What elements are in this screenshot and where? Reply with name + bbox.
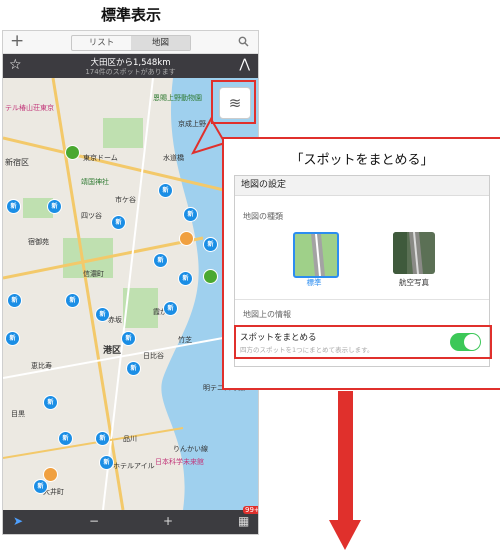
grid-icon[interactable]: ▦ bbox=[238, 514, 249, 528]
aerial-map-option[interactable] bbox=[393, 232, 435, 274]
location-icon[interactable]: ➤ bbox=[13, 514, 23, 528]
info-bar: ☆ 大田区から1,548km 174件のスポットがあります ⋀ bbox=[3, 54, 258, 78]
map-label: 品川 bbox=[123, 435, 137, 443]
spot-pin[interactable]: 新 bbox=[95, 307, 110, 322]
spot-pin[interactable]: 新 bbox=[58, 431, 73, 446]
zoom-in-button[interactable]: + bbox=[163, 514, 173, 528]
spot-pin[interactable]: 新 bbox=[183, 207, 198, 222]
map-label: ホテルアイル bbox=[113, 462, 155, 470]
spot-pin[interactable]: 新 bbox=[33, 479, 48, 494]
map-label: 靖国神社 bbox=[81, 178, 109, 186]
standard-map-option[interactable] bbox=[293, 232, 339, 278]
walk-icon[interactable]: ⋀ bbox=[239, 57, 250, 72]
map-label: 信濃町 bbox=[83, 270, 104, 278]
spot-pin[interactable]: 新 bbox=[203, 237, 218, 252]
map-label: 目黒 bbox=[11, 410, 25, 418]
map-label: 四ツ谷 bbox=[81, 212, 102, 220]
map-label: 新宿区 bbox=[5, 158, 29, 167]
map-label: 恵比寿 bbox=[31, 362, 52, 370]
spot-count-text: 174件のスポットがあります bbox=[85, 68, 176, 76]
panel-title: 地図の設定 bbox=[235, 176, 489, 196]
spot-pin[interactable]: 新 bbox=[163, 301, 178, 316]
spot-pin[interactable]: 新 bbox=[5, 331, 20, 346]
bottom-bar: ➤ − + ▦ bbox=[3, 510, 258, 534]
divider bbox=[235, 299, 489, 300]
zoom-out-button[interactable]: − bbox=[89, 514, 99, 528]
spot-pin[interactable] bbox=[43, 467, 58, 482]
spot-pin[interactable]: 新 bbox=[158, 183, 173, 198]
down-arrow bbox=[338, 391, 353, 523]
map-label: 赤坂 bbox=[108, 316, 122, 324]
map-type-section: 地図の種類 bbox=[243, 212, 283, 221]
spot-pin[interactable]: 新 bbox=[99, 455, 114, 470]
map-label: 水道橋 bbox=[163, 154, 184, 162]
map-label: テル椿山荘東京 bbox=[5, 104, 54, 112]
spot-pin[interactable]: 新 bbox=[6, 199, 21, 214]
standard-label: 標準 bbox=[306, 278, 322, 287]
map-label: 竹芝 bbox=[178, 336, 192, 344]
page-title: 標準表示 bbox=[100, 6, 161, 24]
spot-pin[interactable] bbox=[179, 231, 194, 246]
spot-pin[interactable] bbox=[65, 145, 80, 160]
view-switch[interactable]: リスト 地図 bbox=[71, 35, 191, 51]
map-label: りんかい線 bbox=[173, 445, 208, 453]
toggle-label: スポットをまとめる bbox=[240, 333, 317, 343]
star-icon[interactable]: ☆ bbox=[9, 57, 22, 73]
tab-map[interactable]: 地図 bbox=[131, 36, 190, 50]
spot-pin[interactable]: 新 bbox=[111, 215, 126, 230]
spot-pin[interactable]: 新 bbox=[47, 199, 62, 214]
spot-pin[interactable]: 新 bbox=[43, 395, 58, 410]
map-label: 日本科学未来館 bbox=[155, 458, 204, 466]
add-icon[interactable]: + bbox=[10, 31, 24, 51]
map-label: 港区 bbox=[103, 346, 122, 356]
map-label: 東京ドーム bbox=[83, 154, 118, 162]
standard-map-thumbnail bbox=[311, 234, 325, 276]
map-label: 日比谷 bbox=[143, 352, 164, 360]
spot-pin[interactable]: 新 bbox=[65, 293, 80, 308]
park-area bbox=[103, 118, 143, 148]
top-bar: + リスト 地図 bbox=[3, 31, 258, 54]
cluster-spots-toggle[interactable] bbox=[450, 333, 481, 351]
tab-list[interactable]: リスト bbox=[72, 36, 131, 50]
cluster-spots-row[interactable]: スポットをまとめる 四方のスポットを1つにまとめて表示します。 bbox=[234, 325, 492, 359]
search-icon[interactable] bbox=[238, 36, 249, 47]
spot-pin[interactable]: 新 bbox=[95, 431, 110, 446]
spot-pin[interactable] bbox=[203, 269, 218, 284]
down-arrow-head bbox=[329, 520, 361, 550]
toggle-description: 四方のスポットを1つにまとめて表示します。 bbox=[240, 346, 374, 354]
spot-pin[interactable]: 新 bbox=[126, 361, 141, 376]
spot-pin[interactable]: 新 bbox=[7, 293, 22, 308]
map-info-section: 地図上の情報 bbox=[243, 310, 291, 319]
aerial-label: 航空写真 bbox=[399, 278, 429, 287]
toggle-knob bbox=[464, 334, 480, 350]
spot-pin[interactable]: 新 bbox=[153, 253, 168, 268]
aerial-map-thumbnail bbox=[393, 232, 423, 274]
map-label: 市ケ谷 bbox=[115, 196, 136, 204]
spot-pin[interactable]: 新 bbox=[178, 271, 193, 286]
callout-title: 「スポットをまとめる」 bbox=[290, 153, 434, 168]
spot-pin[interactable]: 新 bbox=[121, 331, 136, 346]
map-label: 恩賜上野動物園 bbox=[153, 94, 202, 102]
count-badge: 99+ bbox=[243, 506, 258, 514]
map-label: 宿御苑 bbox=[28, 238, 49, 246]
settings-callout: 「スポットをまとめる」 地図の設定 地図の種類 標準 航空写真 地図上の情報 ス… bbox=[222, 137, 500, 390]
